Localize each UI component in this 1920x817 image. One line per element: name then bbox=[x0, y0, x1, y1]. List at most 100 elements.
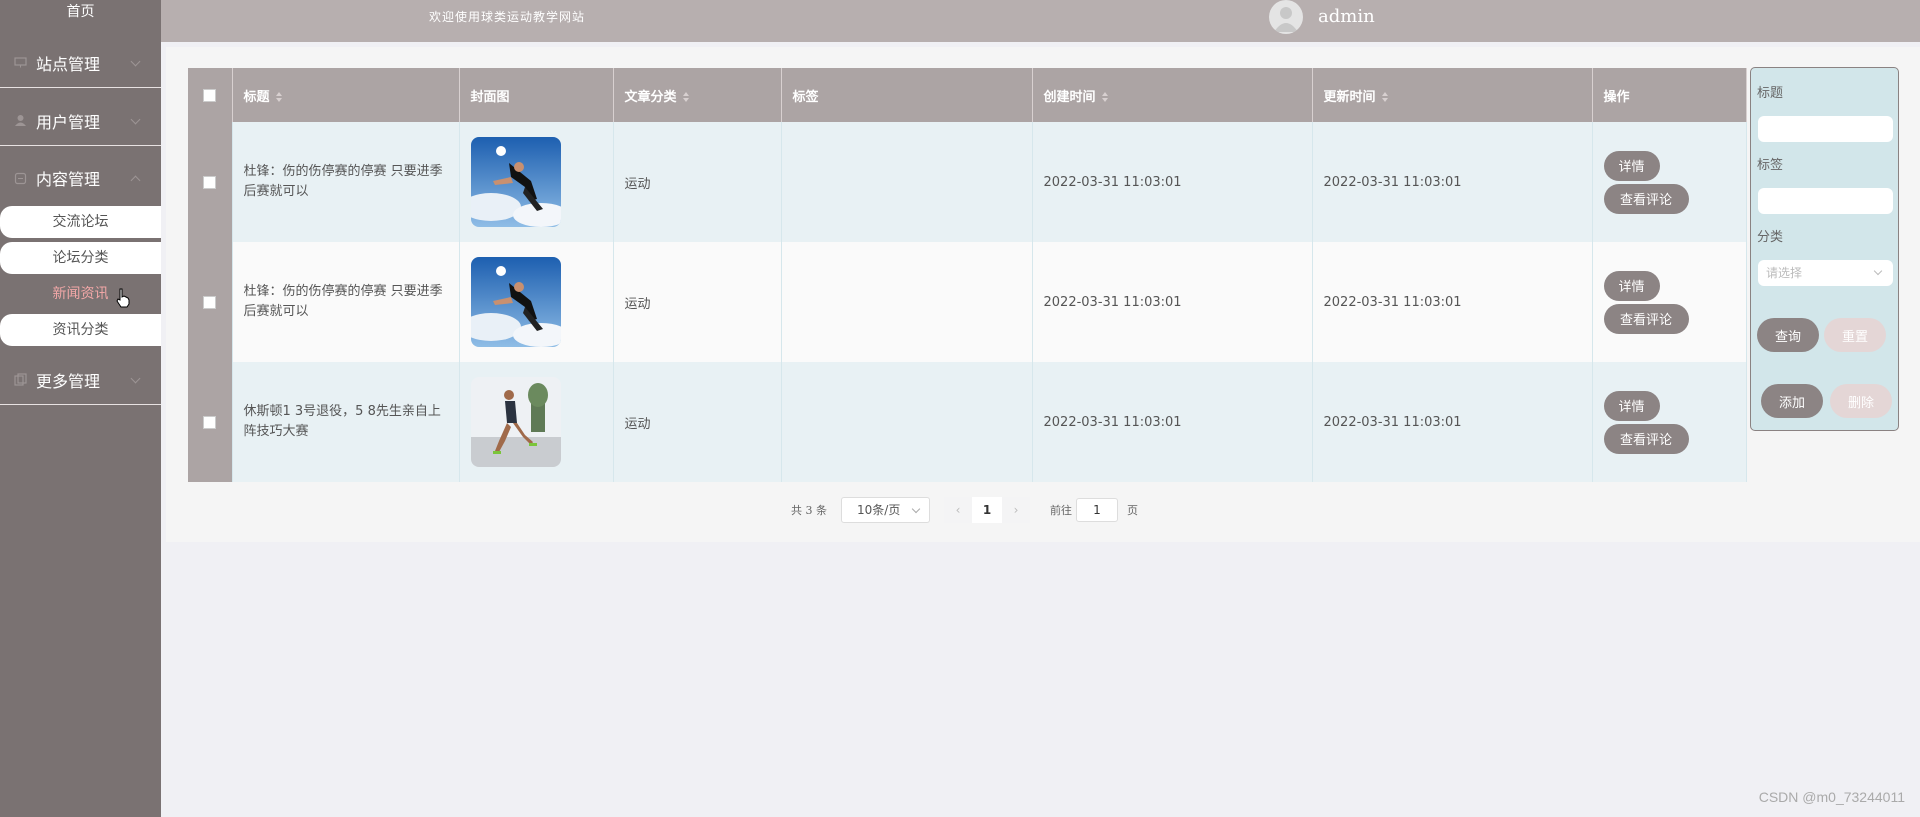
view-comments-button[interactable]: 查看评论 bbox=[1603, 183, 1689, 214]
sidebar-group-label: 内容管理 bbox=[36, 170, 101, 189]
top-header: 欢迎使用球类运动教学网站 admin bbox=[161, 0, 1920, 42]
welcome-text: 欢迎使用球类运动教学网站 bbox=[429, 10, 586, 24]
sidebar-group-more[interactable]: 更多管理 bbox=[0, 355, 161, 405]
checkbox[interactable] bbox=[203, 415, 217, 429]
soccer-kick-image[interactable] bbox=[470, 257, 561, 347]
sort-icon[interactable] bbox=[275, 92, 282, 102]
search-panel: 标题 标签 分类 请选择 查询 重置 添加 删除 bbox=[1750, 67, 1899, 431]
row-title: 杜锋：伤的伤停赛的停赛 只要进季后赛就可以 bbox=[243, 164, 443, 199]
sidebar-item-forum-category[interactable]: 论坛分类 bbox=[0, 242, 161, 274]
document-icon bbox=[14, 172, 27, 185]
title-label: 标题 bbox=[1757, 86, 1784, 101]
sidebar-item-news[interactable]: 新闻资讯 bbox=[0, 278, 161, 310]
detail-button[interactable]: 详情 bbox=[1603, 390, 1660, 421]
query-button[interactable]: 查询 bbox=[1757, 318, 1819, 352]
updated-cell: 2022-03-31 11:03:01 bbox=[1312, 362, 1593, 482]
monitor-icon bbox=[14, 56, 27, 69]
sidebar-home[interactable]: 首页 bbox=[0, 0, 161, 24]
category-cell: 运动 bbox=[613, 122, 782, 242]
checkbox[interactable] bbox=[203, 175, 217, 189]
created-cell: 2022-03-31 11:03:01 bbox=[1032, 362, 1313, 482]
copy-icon bbox=[14, 373, 27, 386]
sidebar-group-label: 站点管理 bbox=[36, 54, 101, 74]
row-checkbox-cell[interactable] bbox=[188, 242, 233, 362]
view-comments-button[interactable]: 查看评论 bbox=[1603, 303, 1689, 334]
table-row: 杜锋：伤的伤停赛的停赛 只要进季后赛就可以 运动 2022-03-31 11:0… bbox=[188, 122, 1747, 242]
created-cell: 2022-03-31 11:03:01 bbox=[1032, 242, 1313, 362]
column-title[interactable]: 标题 bbox=[232, 68, 460, 122]
sidebar-group-content[interactable]: 内容管理 bbox=[0, 153, 161, 203]
title-cell: 杜锋：伤的伤停赛的停赛 只要进季后赛就可以 bbox=[232, 242, 460, 362]
checkbox[interactable] bbox=[203, 88, 217, 102]
sort-icon[interactable] bbox=[682, 92, 689, 102]
table-row: 杜锋：伤的伤停赛的停赛 只要进季后赛就可以 运动 2022-03-31 11:0… bbox=[188, 242, 1747, 362]
page-number-current[interactable]: 1 bbox=[972, 497, 1002, 523]
updated-cell: 2022-03-31 11:03:01 bbox=[1312, 242, 1593, 362]
sidebar-item-news-category[interactable]: 资讯分类 bbox=[0, 314, 161, 346]
tag-input[interactable] bbox=[1758, 188, 1893, 214]
total-count: 共 3 条 bbox=[791, 504, 827, 517]
pagination: 共 3 条 10条/页 ‹ 1 › 前往 1 页 bbox=[791, 497, 1138, 523]
category-select[interactable]: 请选择 bbox=[1758, 260, 1893, 286]
user-icon bbox=[14, 114, 27, 127]
goto-unit: 页 bbox=[1127, 504, 1138, 517]
sidebar-group-label: 用户管理 bbox=[36, 112, 101, 132]
column-cover: 封面图 bbox=[459, 68, 614, 122]
page-size-select[interactable]: 10条/页 bbox=[841, 497, 930, 523]
row-checkbox-cell[interactable] bbox=[188, 362, 233, 482]
select-all-checkbox[interactable] bbox=[188, 68, 233, 122]
updated-cell: 2022-03-31 11:03:01 bbox=[1312, 122, 1593, 242]
category-cell: 运动 bbox=[613, 242, 782, 362]
sidebar-item-label: 新闻资讯 bbox=[52, 286, 109, 302]
checkbox[interactable] bbox=[203, 295, 217, 309]
runner-image[interactable] bbox=[470, 377, 561, 467]
actions-cell: 详情 查看评论 bbox=[1592, 122, 1747, 242]
title-input[interactable] bbox=[1758, 116, 1893, 142]
table-row: 休斯顿1 3号退役，5 8先生亲自上阵技巧大赛 运动 2022-03-31 11… bbox=[188, 362, 1747, 482]
avatar[interactable] bbox=[1269, 0, 1303, 34]
cover-cell bbox=[459, 362, 614, 482]
add-button[interactable]: 添加 bbox=[1761, 384, 1823, 418]
column-actions: 操作 bbox=[1592, 68, 1747, 122]
tag-cell bbox=[781, 362, 1033, 482]
chevron-up-icon bbox=[130, 175, 141, 186]
soccer-kick-image[interactable] bbox=[470, 137, 561, 227]
goto-page-input[interactable]: 1 bbox=[1076, 498, 1118, 522]
tag-cell bbox=[781, 242, 1033, 362]
sidebar-group-user[interactable]: 用户管理 bbox=[0, 96, 161, 146]
view-comments-button[interactable]: 查看评论 bbox=[1603, 423, 1689, 454]
news-table: 标题 封面图 文章分类 标签 创建时间 更新时间 操作 杜锋：伤的伤停赛的停赛 … bbox=[188, 68, 1747, 482]
row-title: 休斯顿1 3号退役，5 8先生亲自上阵技巧大赛 bbox=[243, 404, 441, 439]
reset-button[interactable]: 重置 bbox=[1824, 318, 1886, 352]
row-title: 杜锋：伤的伤停赛的停赛 只要进季后赛就可以 bbox=[243, 284, 443, 319]
column-tag: 标签 bbox=[781, 68, 1033, 122]
sidebar: 首页 站点管理 用户管理 内容管理 交流论坛 论坛分类 新闻资讯 资讯分类 更多… bbox=[0, 0, 161, 817]
detail-button[interactable]: 详情 bbox=[1603, 270, 1660, 301]
tag-label: 标签 bbox=[1757, 158, 1784, 173]
cover-cell bbox=[459, 122, 614, 242]
detail-button[interactable]: 详情 bbox=[1603, 150, 1660, 181]
title-cell: 杜锋：伤的伤停赛的停赛 只要进季后赛就可以 bbox=[232, 122, 460, 242]
actions-cell: 详情 查看评论 bbox=[1592, 242, 1747, 362]
sidebar-group-site[interactable]: 站点管理 bbox=[0, 38, 161, 88]
chevron-down-icon bbox=[130, 114, 141, 125]
sidebar-item-forum[interactable]: 交流论坛 bbox=[0, 206, 161, 238]
created-cell: 2022-03-31 11:03:01 bbox=[1032, 122, 1313, 242]
table-header: 标题 封面图 文章分类 标签 创建时间 更新时间 操作 bbox=[188, 68, 1747, 122]
user-avatar-icon bbox=[1274, 7, 1298, 32]
hand-cursor-icon bbox=[116, 288, 130, 308]
category-label: 分类 bbox=[1757, 230, 1784, 245]
sort-icon[interactable] bbox=[1101, 92, 1108, 102]
sort-icon[interactable] bbox=[1381, 92, 1388, 102]
column-created[interactable]: 创建时间 bbox=[1032, 68, 1313, 122]
column-category[interactable]: 文章分类 bbox=[613, 68, 782, 122]
category-cell: 运动 bbox=[613, 362, 782, 482]
column-updated[interactable]: 更新时间 bbox=[1312, 68, 1593, 122]
next-page-button[interactable]: › bbox=[1002, 497, 1030, 523]
prev-page-button[interactable]: ‹ bbox=[944, 497, 972, 523]
chevron-down-icon bbox=[130, 373, 141, 384]
title-cell: 休斯顿1 3号退役，5 8先生亲自上阵技巧大赛 bbox=[232, 362, 460, 482]
row-checkbox-cell[interactable] bbox=[188, 122, 233, 242]
delete-button[interactable]: 删除 bbox=[1830, 384, 1892, 418]
username[interactable]: admin bbox=[1318, 6, 1375, 27]
